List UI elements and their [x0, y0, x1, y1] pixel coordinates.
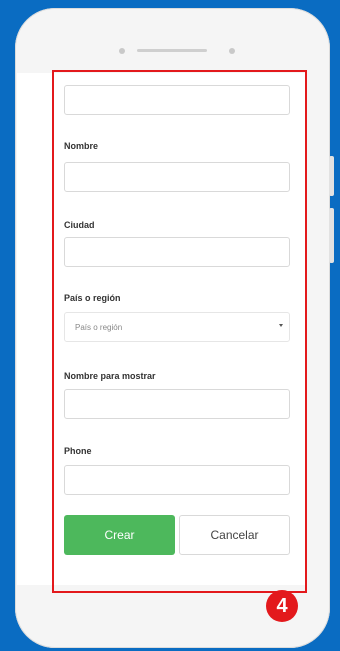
camera-dot [229, 48, 235, 54]
phone-side-button [329, 156, 334, 196]
speaker-grille [137, 49, 207, 52]
phone-side-button [329, 208, 334, 263]
sensor-dot [119, 48, 125, 54]
highlight-box [52, 70, 307, 593]
step-badge: 4 [266, 590, 298, 622]
